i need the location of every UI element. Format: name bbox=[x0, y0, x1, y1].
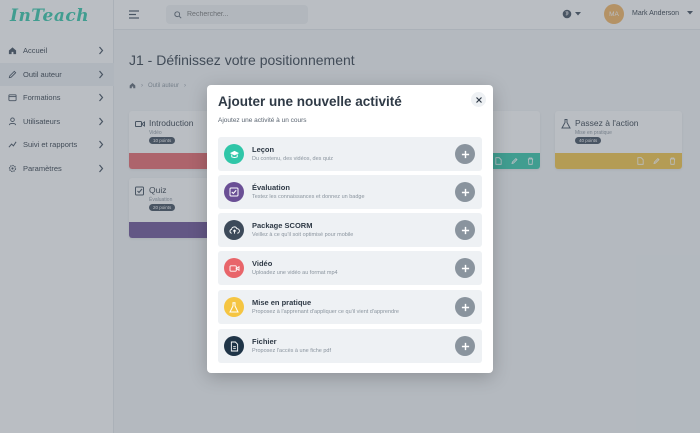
add-button[interactable] bbox=[455, 182, 475, 202]
activity-description: Veillez à ce qu'il soit optimisé pour mo… bbox=[252, 232, 354, 238]
file-icon bbox=[224, 336, 244, 356]
modal-subtitle: Ajoutez une activité à un cours bbox=[218, 117, 307, 124]
close-icon bbox=[475, 96, 482, 103]
add-button[interactable] bbox=[455, 220, 475, 240]
plus-icon bbox=[461, 188, 469, 196]
activity-option-lecon[interactable]: Leçon Du contenu, des vidéos, des quiz bbox=[218, 137, 482, 171]
activity-description: Du contenu, des vidéos, des quiz bbox=[252, 156, 334, 162]
activity-option-mise-en-pratique[interactable]: Mise en pratique Proposez à l'apprenant … bbox=[218, 290, 482, 324]
cloud-upload-icon bbox=[224, 220, 244, 240]
activity-description: Proposez à l'apprenant d'appliquer ce qu… bbox=[252, 309, 399, 315]
add-button[interactable] bbox=[455, 144, 475, 164]
plus-icon bbox=[461, 226, 469, 234]
plus-icon bbox=[461, 303, 469, 311]
activity-option-fichier[interactable]: Fichier Proposez l'accès à une fiche pdf bbox=[218, 329, 482, 363]
plus-icon bbox=[461, 150, 469, 158]
flask-icon bbox=[224, 297, 244, 317]
add-button[interactable] bbox=[455, 297, 475, 317]
add-activity-modal: Ajouter une nouvelle activité Ajoutez un… bbox=[207, 85, 493, 373]
add-button[interactable] bbox=[455, 336, 475, 356]
graduation-cap-icon bbox=[224, 144, 244, 164]
close-button[interactable] bbox=[471, 92, 486, 107]
activity-title: Package SCORM bbox=[252, 221, 313, 230]
add-button[interactable] bbox=[455, 258, 475, 278]
plus-icon bbox=[461, 342, 469, 350]
activity-description: Proposez l'accès à une fiche pdf bbox=[252, 348, 332, 354]
modal-title: Ajouter une nouvelle activité bbox=[218, 94, 402, 109]
checkbox-icon bbox=[224, 182, 244, 202]
activity-option-evaluation[interactable]: Évaluation Testez les connaissances et d… bbox=[218, 175, 482, 209]
activity-title: Leçon bbox=[252, 145, 275, 154]
activity-description: Uploadez une vidéo au format mp4 bbox=[252, 270, 338, 276]
plus-icon bbox=[461, 264, 469, 272]
activity-title: Vidéo bbox=[252, 259, 273, 268]
activity-option-scorm[interactable]: Package SCORM Veillez à ce qu'il soit op… bbox=[218, 213, 482, 247]
activity-title: Mise en pratique bbox=[252, 298, 312, 307]
video-icon bbox=[224, 258, 244, 278]
activity-description: Testez les connaissances et donnez un ba… bbox=[252, 194, 365, 200]
activity-title: Fichier bbox=[252, 337, 277, 346]
activity-option-video[interactable]: Vidéo Uploadez une vidéo au format mp4 bbox=[218, 251, 482, 285]
activity-title: Évaluation bbox=[252, 183, 290, 192]
